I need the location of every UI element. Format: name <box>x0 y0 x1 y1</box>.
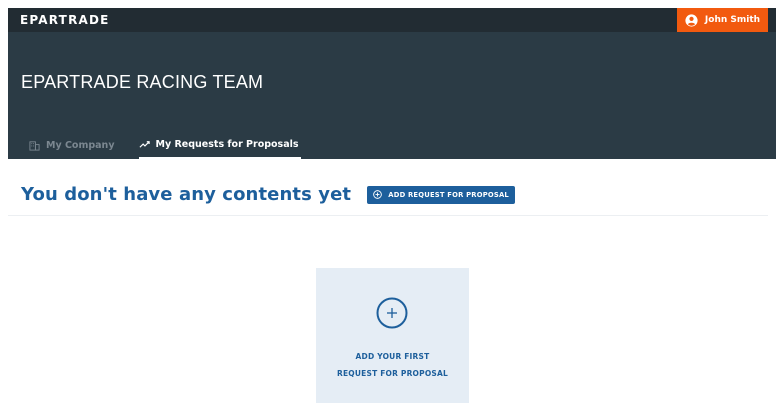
add-button-label: ADD REQUEST FOR PROPOSAL <box>388 190 509 199</box>
page-header: EPARTRADE RACING TEAM My Company My Requ… <box>8 32 776 159</box>
trend-line-icon <box>139 140 150 148</box>
page-title: EPARTRADE RACING TEAM <box>21 72 264 92</box>
add-first-request-card[interactable]: ADD YOUR FIRST REQUEST FOR PROPOSAL <box>316 268 469 403</box>
logo[interactable]: EPARTRADE <box>8 13 110 27</box>
top-bar: EPARTRADE John Smith <box>8 8 776 32</box>
plus-circle-icon <box>376 297 408 329</box>
tab-label: My Requests for Proposals <box>155 138 299 150</box>
add-request-for-proposal-button[interactable]: ADD REQUEST FOR PROPOSAL <box>367 185 516 204</box>
card-label: ADD YOUR FIRST REQUEST FOR PROPOSAL <box>316 348 469 382</box>
user-circle-icon <box>685 13 698 27</box>
user-name: John Smith <box>704 15 761 25</box>
tab-my-company[interactable]: My Company <box>27 131 117 159</box>
plus-circle-icon <box>373 190 383 199</box>
tab-my-requests-for-proposals[interactable]: My Requests for Proposals <box>138 131 301 159</box>
divider <box>8 215 768 216</box>
user-menu-button[interactable]: John Smith <box>677 8 768 32</box>
content-header: You don't have any contents yet ADD REQU… <box>21 184 516 205</box>
card-label-line-1: ADD YOUR FIRST <box>355 352 430 361</box>
empty-state-title: You don't have any contents yet <box>21 184 352 205</box>
tab-label: My Company <box>46 139 115 151</box>
card-label-line-2: REQUEST FOR PROPOSAL <box>336 369 448 378</box>
tab-bar: My Company My Requests for Proposals <box>8 131 301 159</box>
building-icon <box>29 140 40 151</box>
